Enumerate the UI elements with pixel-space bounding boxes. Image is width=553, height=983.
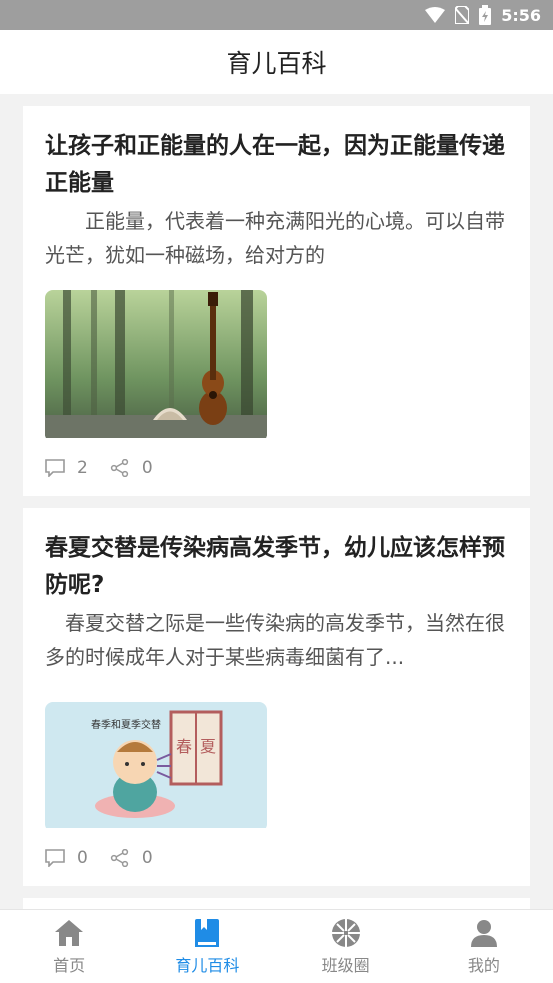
image-char-right: 夏: [200, 737, 216, 756]
share-icon: [110, 849, 128, 867]
share-count[interactable]: 0: [110, 848, 153, 868]
status-bar: 5:56: [0, 0, 553, 30]
article-card[interactable]: 春夏交替是传染病高发季节，幼儿应该怎样预防呢? 春夏交替之际是一些传染病的高发季…: [23, 508, 530, 886]
nav-item-home[interactable]: 首页: [0, 910, 138, 983]
no-sim-icon: [455, 6, 470, 24]
book-icon: [195, 918, 220, 947]
article-meta: 0 0: [45, 848, 508, 868]
nav-item-encyclopedia[interactable]: 育儿百科: [138, 910, 276, 983]
article-excerpt: 正能量，代表着一种充满阳光的心境。可以自带光芒，犹如一种磁场，给对方的: [45, 209, 505, 267]
comment-count[interactable]: 0: [45, 848, 88, 868]
share-count[interactable]: 0: [110, 458, 153, 478]
page-title: 育儿百科: [226, 49, 327, 78]
bottom-nav: 首页 育儿百科 班级圈 我的: [0, 909, 553, 983]
article-excerpt: 春夏交替之际是一些传染病的高发季节，当然在很多的时候成年人对于某些病毒细菌有了.…: [45, 611, 505, 669]
status-time: 5:56: [501, 5, 541, 25]
guitar-book-image: [45, 290, 267, 438]
article-meta: 2 0: [45, 458, 508, 478]
article-title: 让孩子和正能量的人在一起，因为正能量传递正能量: [45, 133, 505, 196]
aperture-icon: [331, 918, 360, 947]
article-card[interactable]: 让孩子和正能量的人在一起，因为正能量传递正能量 正能量，代表着一种充满阳光的心境…: [23, 106, 530, 496]
share-icon: [110, 459, 128, 477]
app-header: 育儿百科: [0, 30, 553, 94]
article-thumbnail[interactable]: [45, 290, 267, 442]
image-banner-text: 春季和夏季交替: [91, 718, 161, 731]
article-card-partial[interactable]: [23, 898, 530, 909]
nav-item-class-circle[interactable]: 班级圈: [277, 910, 415, 983]
baby-illustration-image: 春季和夏季交替 春 夏: [45, 702, 267, 828]
comment-icon: [45, 459, 65, 477]
article-title: 春夏交替是传染病高发季节，幼儿应该怎样预防呢?: [45, 535, 505, 598]
nav-item-me[interactable]: 我的: [415, 910, 553, 983]
image-char-left: 春: [176, 737, 192, 756]
comment-icon: [45, 849, 65, 867]
battery-charging-icon: [479, 5, 492, 25]
home-icon: [55, 919, 84, 946]
comment-count[interactable]: 2: [45, 458, 88, 478]
user-icon: [470, 919, 497, 947]
wifi-icon: [425, 7, 446, 23]
article-thumbnail[interactable]: 春季和夏季交替 春 夏: [45, 702, 267, 832]
article-feed[interactable]: 让孩子和正能量的人在一起，因为正能量传递正能量 正能量，代表着一种充满阳光的心境…: [0, 94, 553, 909]
